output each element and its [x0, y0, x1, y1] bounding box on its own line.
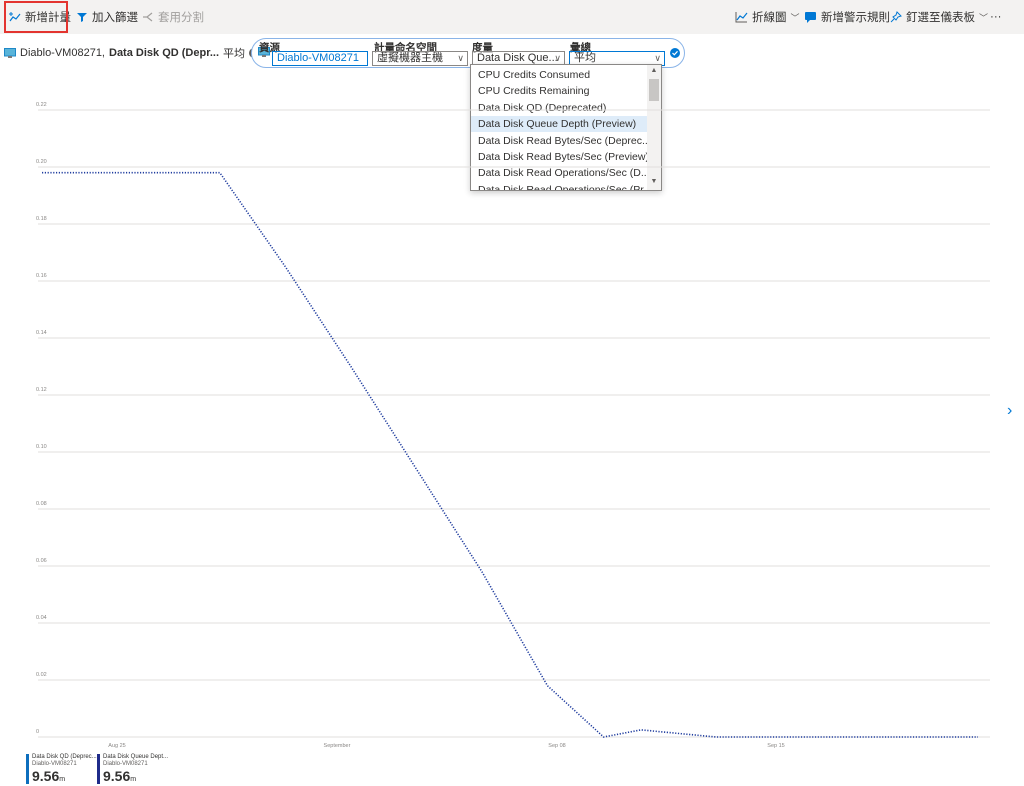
chevron-right-icon[interactable]: › [1007, 402, 1012, 420]
legend-resource: Diablo-VM08271 [32, 761, 77, 767]
y-tick-label: 0.20 [36, 159, 47, 165]
y-tick-label: 0.22 [36, 102, 47, 108]
x-tick-label: Sep 08 [548, 743, 565, 749]
y-tick-label: 0.18 [36, 216, 47, 222]
legend-color-bar [97, 754, 100, 784]
legend-value: 9.56m [32, 768, 66, 784]
y-tick-label: 0.16 [36, 273, 47, 279]
y-tick-label: 0.02 [36, 672, 47, 678]
legend-item[interactable]: Data Disk Queue Dept... Diablo-VM08271 9… [97, 754, 168, 784]
x-tick-label: September [324, 743, 351, 749]
legend-value: 9.56m [103, 768, 137, 784]
y-tick-label: 0 [36, 729, 39, 735]
y-tick-label: 0.08 [36, 501, 47, 507]
legend-resource: Diablo-VM08271 [103, 761, 148, 767]
legend-metric-name: Data Disk QD (Deprec... [32, 754, 97, 760]
series-line[interactable] [42, 171, 978, 738]
y-tick-label: 0.06 [36, 558, 47, 564]
y-tick-label: 0.14 [36, 330, 47, 336]
metric-line-chart: 0 0.02 0.04 0.06 0.08 0.10 0.12 0.14 0.16 0.18 0.2… [36, 102, 990, 749]
legend-metric-name: Data Disk Queue Dept... [103, 754, 169, 760]
legend-item[interactable]: Data Disk QD (Deprec... Diablo-VM08271 9… [26, 754, 97, 784]
y-tick-label: 0.10 [36, 444, 47, 450]
x-tick-label: Sep 15 [767, 743, 784, 749]
y-tick-label: 0.12 [36, 387, 47, 393]
x-tick-label: Aug 25 [108, 743, 125, 749]
legend-color-bar [26, 754, 29, 784]
y-tick-label: 0.04 [36, 615, 47, 621]
